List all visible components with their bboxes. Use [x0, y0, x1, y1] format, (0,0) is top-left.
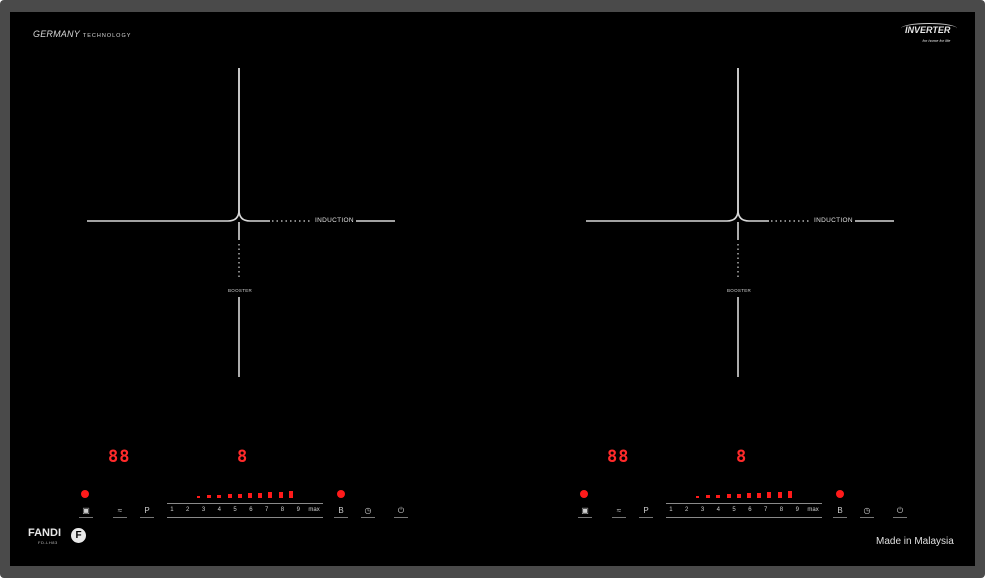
power-scale-8[interactable]: 8 — [275, 507, 291, 513]
zone-1-timer-button[interactable]: ◷ — [361, 505, 375, 517]
zone-2-booster-indicator — [836, 490, 844, 498]
zone-1-label: INDUCTION — [315, 217, 354, 224]
power-scale-9[interactable]: 9 — [290, 507, 306, 513]
power-scale-3[interactable]: 3 — [695, 507, 711, 513]
brand-name: FANDI — [28, 527, 61, 539]
power-level-segment — [767, 492, 772, 498]
power-level-segment — [288, 491, 293, 498]
power-scale-8[interactable]: 8 — [774, 507, 790, 513]
clock-icon: ◷ — [863, 506, 871, 515]
power-level-segment — [757, 493, 762, 498]
power-scale-4[interactable]: 4 — [710, 507, 726, 513]
model-number: FD-LH83 — [38, 540, 58, 545]
power-level-segment — [248, 493, 252, 498]
power-level-segment — [268, 492, 273, 498]
power-level-segment — [217, 495, 222, 498]
power-level-segment — [736, 494, 741, 498]
zone-2-booster-label: BOOSTER — [727, 288, 752, 293]
power-level-segment — [706, 495, 711, 498]
tagline-main: GERMANY — [33, 29, 80, 39]
power-scale-4[interactable]: 4 — [211, 507, 227, 513]
keep-warm-icon: ≈ — [616, 506, 622, 515]
power-level-segment — [207, 495, 212, 498]
power-scale-1[interactable]: 1 — [663, 507, 679, 513]
zone-2-lock-indicator — [580, 490, 588, 498]
zone-2-pause-button[interactable]: P — [639, 505, 653, 517]
zone-2-booster-button[interactable]: B — [833, 505, 847, 517]
power-icon: ⏻ — [896, 506, 904, 515]
power-scale-2[interactable]: 2 — [679, 507, 695, 513]
zone-2-label: INDUCTION — [814, 217, 853, 224]
power-level-segment — [777, 492, 782, 498]
zone-1-booster-button[interactable]: B — [334, 505, 348, 517]
zone-2-power-display: 8 — [736, 447, 748, 467]
lock-icon: ▣ — [581, 506, 589, 515]
inverter-logo: INVERTER for home for life — [901, 23, 957, 45]
zone-2-power-scale: 1 2 3 4 5 6 7 8 9 max — [663, 507, 821, 513]
zone-1-power-button[interactable]: ⏻ — [394, 505, 408, 517]
power-icon: ⏻ — [397, 506, 405, 515]
power-level-segment — [747, 493, 751, 498]
power-scale-7[interactable]: 7 — [259, 507, 275, 513]
power-level-segment — [716, 495, 721, 498]
lock-icon: ▣ — [82, 506, 90, 515]
zone-2-lock-button[interactable]: ▣ — [578, 505, 592, 517]
power-level-segment — [787, 491, 792, 498]
power-level-segment — [278, 492, 283, 498]
power-scale-6[interactable]: 6 — [243, 507, 259, 513]
power-scale-2[interactable]: 2 — [180, 507, 196, 513]
power-level-segment — [258, 493, 263, 498]
zone-2-timer-button[interactable]: ◷ — [860, 505, 874, 517]
power-scale-5[interactable]: 5 — [227, 507, 243, 513]
zone-2-keep-warm-button[interactable]: ≈ — [612, 505, 626, 517]
zone-1-power-scale: 1 2 3 4 5 6 7 8 9 max — [164, 507, 322, 513]
fandi-logo-icon: F — [71, 528, 86, 543]
power-scale-6[interactable]: 6 — [742, 507, 758, 513]
origin-label: Made in Malaysia — [876, 536, 954, 547]
zone-2-power-slider-track[interactable] — [666, 503, 822, 504]
zone-1-keep-warm-button[interactable]: ≈ — [113, 505, 127, 517]
power-scale-max[interactable]: max — [306, 507, 322, 513]
zone-1-booster-indicator — [337, 490, 345, 498]
power-scale-9[interactable]: 9 — [789, 507, 805, 513]
inverter-tag: for home for life — [922, 38, 951, 43]
power-level-segment — [227, 494, 232, 498]
zone-1-lock-indicator — [81, 490, 89, 498]
germany-technology-mark: GERMANY TECHNOLOGY — [33, 29, 131, 39]
tagline-sub: TECHNOLOGY — [82, 33, 132, 39]
zone-1-power-display: 8 — [237, 447, 249, 467]
power-level-segment — [197, 496, 200, 498]
power-level-segment — [696, 496, 699, 498]
zone-1-power-slider-track[interactable] — [167, 503, 323, 504]
fandi-brand: FANDI FD-LH83 — [28, 527, 61, 545]
clock-icon: ◷ — [364, 506, 372, 515]
power-scale-7[interactable]: 7 — [758, 507, 774, 513]
zone-1-pause-button[interactable]: P — [140, 505, 154, 517]
power-scale-5[interactable]: 5 — [726, 507, 742, 513]
power-scale-max[interactable]: max — [805, 507, 821, 513]
zone-2-power-button[interactable]: ⏻ — [893, 505, 907, 517]
keep-warm-icon: ≈ — [117, 506, 123, 515]
zone-1-booster-label: BOOSTER — [228, 288, 253, 293]
power-level-segment — [726, 494, 731, 498]
power-scale-1[interactable]: 1 — [164, 507, 180, 513]
power-level-segment — [237, 494, 242, 498]
zone-2-timer-display: 88 — [607, 447, 630, 467]
zone-1-timer-display: 88 — [108, 447, 131, 467]
zone-1-lock-button[interactable]: ▣ — [79, 505, 93, 517]
power-scale-3[interactable]: 3 — [196, 507, 212, 513]
